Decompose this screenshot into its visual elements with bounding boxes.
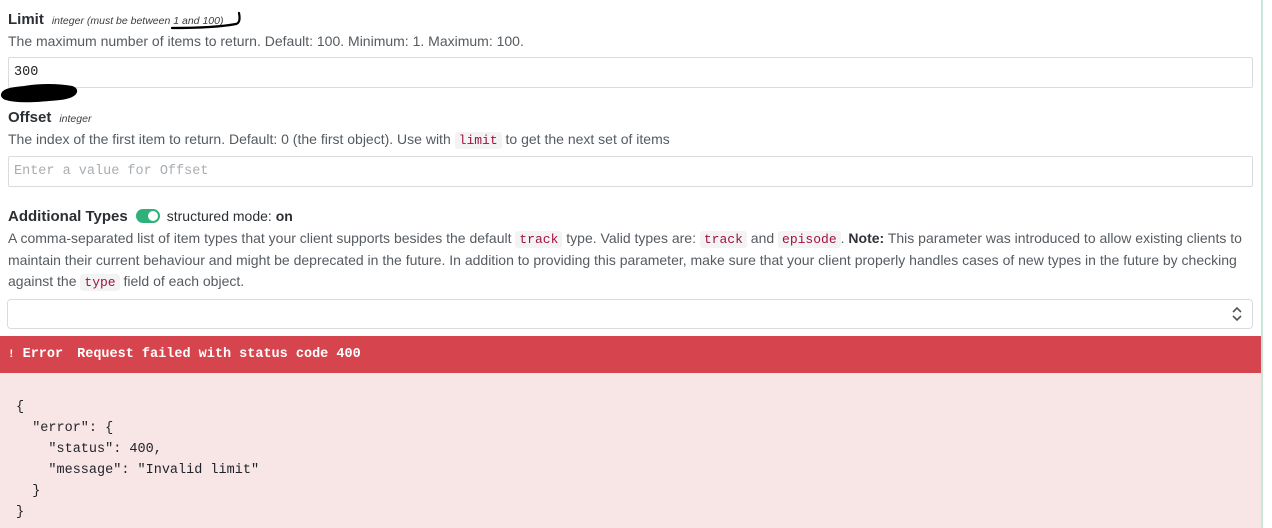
param-limit-type: integer (must be between 1 and 100) [51,15,224,27]
param-limit-description: The maximum number of items to return. D… [8,33,524,49]
types-note-label: Note: [848,230,885,246]
param-additional-types-header: Additional Types structured mode: on [8,207,1253,225]
limit-input[interactable] [8,57,1253,88]
types-desc-4: field of each object. [123,273,245,289]
error-json: { "error": { "status": 400, "message": "… [16,400,260,520]
param-offset-description: The index of the first item to return. D… [8,129,1253,151]
param-offset: Offset integer The index of the first it… [8,109,1253,187]
types-desc-2: type. Valid types are: [566,230,696,246]
param-additional-types: Additional Types structured mode: on A c… [7,207,1253,329]
scrollbar-track[interactable] [1261,0,1263,528]
offset-desc-code-limit: limit [454,132,502,149]
select-arrows-icon [1232,306,1242,322]
types-code-track-2: track [699,231,747,248]
additional-types-select[interactable] [7,299,1253,329]
structured-mode-value: on [275,208,293,224]
param-offset-header: Offset integer [8,109,1253,126]
param-additional-types-name: Additional Types [8,208,128,225]
param-limit-name: Limit [8,11,44,28]
types-code-episode: episode [778,231,841,248]
error-response-body: { "error": { "status": 400, "message": "… [0,373,1261,528]
param-limit: Limit integer (must be between 1 and 100… [8,11,1253,88]
structured-mode-text: structured mode: [166,208,272,224]
types-code-type: type [80,274,120,291]
param-additional-types-description: A comma-separated list of item types tha… [8,230,1242,291]
param-offset-name: Offset [8,109,52,126]
error-icon: ! [8,348,15,361]
structured-mode-toggle[interactable] [135,209,160,223]
types-code-track: track [515,231,563,248]
param-offset-type: integer [59,113,92,125]
toggle-knob [147,211,158,221]
param-limit-header: Limit integer (must be between 1 and 100… [8,11,1253,28]
error-banner: ! Error Request failed with status code … [0,336,1261,373]
types-desc-1: A comma-separated list of item types tha… [8,230,512,246]
offset-input[interactable] [8,156,1253,187]
offset-desc-text-end: to get the next set of items [505,131,670,147]
types-desc-and: and [750,230,775,246]
structured-mode-label: structured mode: on [167,208,293,224]
error-message: Request failed with status code 400 [77,347,361,362]
error-label: Error [22,347,64,362]
offset-desc-text: The index of the first item to return. D… [8,131,451,147]
api-console-page: Limit integer (must be between 1 and 100… [0,0,1272,528]
